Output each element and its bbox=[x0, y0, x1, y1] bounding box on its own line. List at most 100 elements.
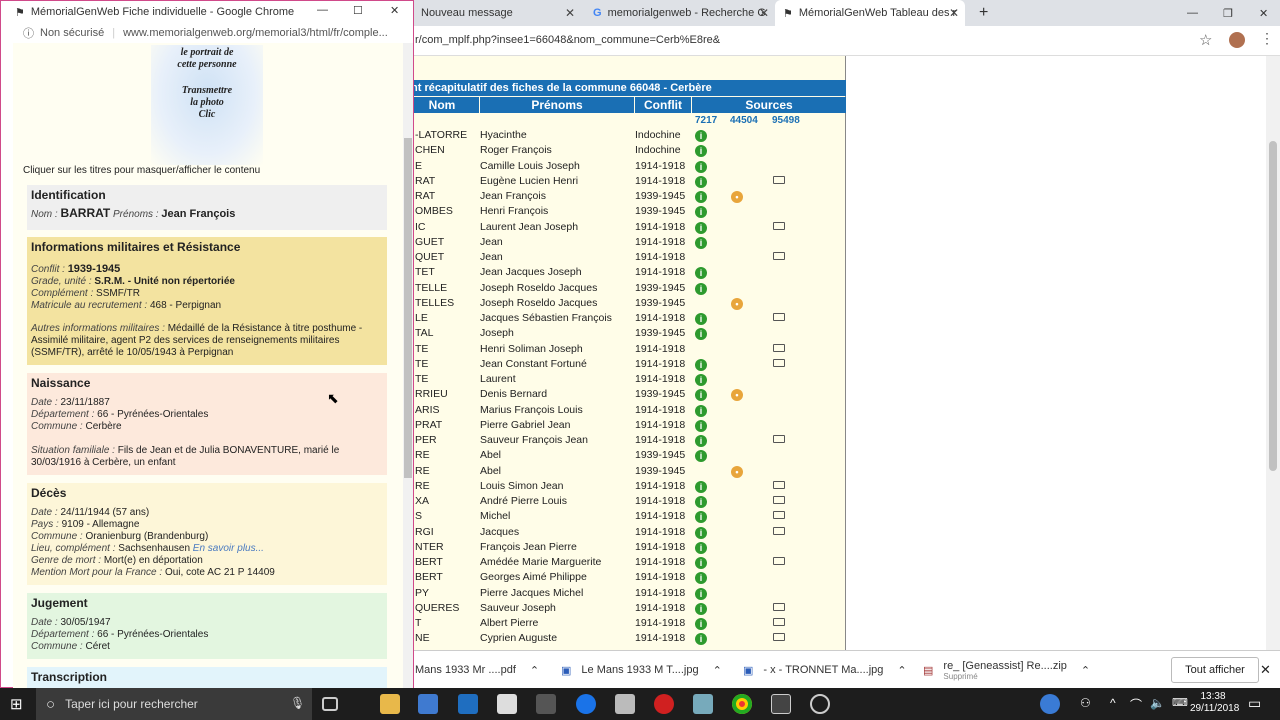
table-row[interactable]: ARIS Marius François Louis 1914-1918 i bbox=[405, 403, 846, 418]
scrollbar-thumb[interactable] bbox=[404, 138, 412, 478]
star-icon[interactable]: ☆ bbox=[1199, 31, 1212, 49]
info-source-icon[interactable]: i bbox=[695, 282, 707, 295]
cell-nom[interactable]: RE bbox=[415, 464, 479, 479]
table-row[interactable]: TE Laurent 1914-1918 i bbox=[405, 372, 846, 387]
close-window-icon[interactable]: ✕ bbox=[1251, 0, 1273, 26]
cell-nom[interactable]: TET bbox=[415, 265, 479, 280]
book-icon[interactable] bbox=[773, 602, 785, 611]
info-source-icon[interactable]: i bbox=[695, 145, 707, 158]
scrollbar-thumb[interactable] bbox=[1269, 141, 1277, 471]
table-row[interactable]: RE Abel 1939-1945 i bbox=[405, 448, 846, 463]
dropbox-icon[interactable] bbox=[458, 694, 478, 714]
book-icon[interactable] bbox=[773, 435, 785, 443]
info-source-icon[interactable]: i bbox=[695, 633, 707, 646]
table-row[interactable]: BERT Georges Aimé Philippe 1914-1918 i bbox=[405, 570, 846, 585]
file-explorer-icon[interactable] bbox=[380, 694, 400, 714]
chevron-up-icon[interactable]: ^ bbox=[1110, 696, 1116, 710]
section-title[interactable]: Informations militaires et Résistance bbox=[31, 241, 383, 253]
section-title[interactable]: Identification bbox=[31, 189, 383, 201]
info-icon[interactable]: ⓘ bbox=[23, 25, 34, 41]
notepad-icon[interactable] bbox=[693, 694, 713, 714]
book-icon[interactable] bbox=[773, 526, 785, 535]
app-icon[interactable] bbox=[615, 694, 635, 714]
cell-nom[interactable]: TE bbox=[415, 372, 479, 387]
chevron-up-icon[interactable]: ⌃ bbox=[530, 664, 539, 677]
table-row[interactable]: TELLE Joseph Roseldo Jacques 1939-1945 i bbox=[405, 281, 846, 296]
clock[interactable]: 13:38 29/11/2018 bbox=[1190, 691, 1239, 715]
table-row[interactable]: GUET Jean 1914-1918 i bbox=[405, 235, 846, 250]
cell-nom[interactable]: TELLE bbox=[415, 281, 479, 296]
info-source-icon[interactable]: i bbox=[695, 175, 707, 188]
close-tab-icon[interactable]: ✕ bbox=[949, 6, 959, 20]
notifications-icon[interactable]: ▭ bbox=[1248, 695, 1261, 712]
cell-nom[interactable]: NTER bbox=[415, 540, 479, 555]
table-row[interactable]: RGI Jacques 1914-1918 i bbox=[405, 525, 846, 540]
page-scrollbar[interactable] bbox=[1266, 56, 1280, 650]
cell-nom[interactable]: OMBES bbox=[415, 204, 479, 219]
mail-icon[interactable] bbox=[497, 694, 517, 714]
book-icon[interactable] bbox=[773, 618, 785, 626]
info-source-icon[interactable]: i bbox=[695, 130, 707, 142]
cell-nom[interactable]: TAL bbox=[415, 326, 479, 341]
table-row[interactable]: QUET Jean 1914-1918 bbox=[405, 250, 846, 265]
cell-nom[interactable]: NE bbox=[415, 631, 479, 646]
info-source-icon[interactable]: i bbox=[695, 450, 707, 463]
info-source-icon[interactable]: i bbox=[695, 435, 707, 447]
info-source-icon[interactable]: i bbox=[695, 419, 707, 432]
minimize-icon[interactable]: — bbox=[317, 4, 328, 16]
close-download-bar-icon[interactable]: ✕ bbox=[1260, 662, 1271, 678]
info-source-icon[interactable]: i bbox=[695, 374, 707, 386]
cell-nom[interactable]: RAT bbox=[415, 174, 479, 189]
header-nom[interactable]: Nom bbox=[405, 97, 479, 113]
download-item[interactable]: ▣ Le Mans 1933 M T....jpg ⌃ bbox=[561, 651, 722, 689]
book-icon[interactable] bbox=[773, 313, 785, 321]
info-source-icon[interactable]: i bbox=[695, 206, 707, 219]
orange-source-icon[interactable]: • bbox=[731, 465, 743, 478]
download-item[interactable]: ▣ - x - TRONNET Ma....jpg ⌃ bbox=[743, 651, 907, 689]
cell-nom[interactable]: -LATORRE bbox=[415, 128, 479, 143]
table-row[interactable]: RAT Jean François 1939-1945 i • bbox=[405, 189, 846, 204]
wifi-icon[interactable]: ⌒ bbox=[1130, 696, 1142, 713]
orange-source-icon[interactable]: • bbox=[731, 191, 743, 203]
cell-nom[interactable]: ARIS bbox=[415, 403, 479, 418]
cell-nom[interactable]: S bbox=[415, 509, 479, 524]
chevron-up-icon[interactable]: ⌃ bbox=[713, 664, 722, 677]
popup-scrollbar[interactable] bbox=[403, 43, 413, 689]
table-row[interactable]: TELLES Joseph Roseldo Jacques 1939-1945 • bbox=[405, 296, 846, 311]
table-row[interactable]: RAT Eugène Lucien Henri 1914-1918 i bbox=[405, 174, 846, 189]
cell-nom[interactable]: PER bbox=[415, 433, 479, 448]
section-title[interactable]: Décès bbox=[31, 487, 383, 499]
info-source-icon[interactable]: i bbox=[695, 572, 707, 585]
info-source-icon[interactable]: i bbox=[695, 404, 707, 417]
close-tab-icon[interactable]: ✕ bbox=[759, 6, 769, 20]
table-row[interactable]: CHEN Roger François Indochine i bbox=[405, 143, 846, 158]
tab-recherche[interactable]: Gmemorialgenweb - Recherche G ✕ bbox=[585, 0, 775, 26]
info-source-icon[interactable]: i bbox=[695, 313, 707, 325]
book-icon[interactable] bbox=[773, 343, 785, 352]
chevron-up-icon[interactable]: ⌃ bbox=[897, 664, 906, 677]
url-text[interactable]: www.memorialgenweb.org/memorial3/html/fr… bbox=[123, 27, 388, 39]
cell-nom[interactable]: RRIEU bbox=[415, 387, 479, 402]
table-row[interactable]: BERT Amédée Marie Marguerite 1914-1918 i bbox=[405, 555, 846, 570]
info-source-icon[interactable]: i bbox=[695, 602, 707, 615]
chevron-up-icon[interactable]: ⌃ bbox=[1081, 664, 1090, 677]
store-icon[interactable] bbox=[418, 694, 438, 714]
book-icon[interactable] bbox=[773, 557, 785, 565]
header-prenoms[interactable]: Prénoms bbox=[480, 97, 634, 113]
cell-nom[interactable]: RAT bbox=[415, 189, 479, 204]
table-row[interactable]: S Michel 1914-1918 i bbox=[405, 509, 846, 524]
table-row[interactable]: IC Laurent Jean Joseph 1914-1918 i bbox=[405, 220, 846, 235]
info-source-icon[interactable]: i bbox=[695, 511, 707, 524]
cell-nom[interactable]: PY bbox=[415, 586, 479, 601]
chrome-icon[interactable] bbox=[732, 694, 752, 714]
header-conflit[interactable]: Conflit bbox=[635, 97, 691, 113]
edge-icon[interactable] bbox=[576, 694, 596, 714]
cell-nom[interactable]: RE bbox=[415, 448, 479, 463]
cell-nom[interactable]: CHEN bbox=[415, 143, 479, 158]
taskbar-search[interactable]: ○ Taper ici pour rechercher 🎙 bbox=[36, 688, 312, 720]
cell-nom[interactable]: PRAT bbox=[415, 418, 479, 433]
en-savoir-plus-link[interactable]: En savoir plus... bbox=[193, 543, 264, 554]
info-source-icon[interactable]: i bbox=[695, 557, 707, 569]
calculator-icon[interactable] bbox=[536, 694, 556, 714]
info-source-icon[interactable]: i bbox=[695, 358, 707, 371]
